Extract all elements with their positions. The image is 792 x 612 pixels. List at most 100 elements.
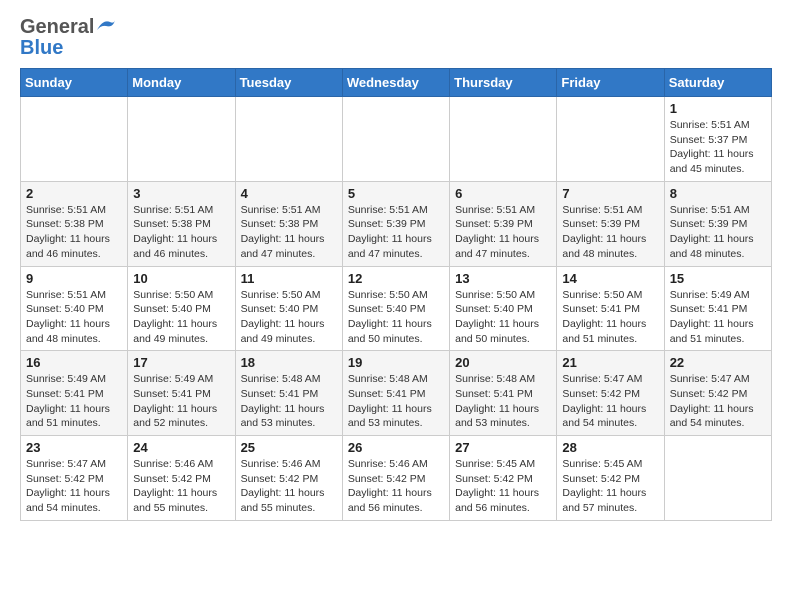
day-info: Sunrise: 5:50 AM Sunset: 5:40 PM Dayligh… (348, 288, 444, 347)
calendar-cell (450, 97, 557, 182)
day-info: Sunrise: 5:51 AM Sunset: 5:39 PM Dayligh… (562, 203, 658, 262)
calendar-cell: 8 Sunrise: 5:51 AM Sunset: 5:39 PM Daylig… (664, 181, 771, 266)
day-number: 16 (26, 355, 122, 370)
day-number: 3 (133, 186, 229, 201)
day-info: Sunrise: 5:50 AM Sunset: 5:41 PM Dayligh… (562, 288, 658, 347)
day-info: Sunrise: 5:50 AM Sunset: 5:40 PM Dayligh… (241, 288, 337, 347)
weekday-header-monday: Monday (128, 69, 235, 97)
calendar-cell: 23Sunrise: 5:47 AM Sunset: 5:42 PM Dayli… (21, 436, 128, 521)
calendar-week-4: 16 Sunrise: 5:49 AM Sunset: 5:41 PM Dayli… (21, 351, 772, 436)
calendar-cell: 16 Sunrise: 5:49 AM Sunset: 5:41 PM Dayli… (21, 351, 128, 436)
day-info: Sunrise: 5:51 AM Sunset: 5:38 PM Dayligh… (133, 203, 229, 262)
calendar-cell: 2 Sunrise: 5:51 AM Sunset: 5:38 PM Daylig… (21, 181, 128, 266)
calendar-cell: 22 Sunrise: 5:47 AM Sunset: 5:42 PM Dayli… (664, 351, 771, 436)
day-number: 26 (348, 440, 444, 455)
calendar-cell: 28Sunrise: 5:45 AM Sunset: 5:42 PM Dayli… (557, 436, 664, 521)
calendar-cell: 12 Sunrise: 5:50 AM Sunset: 5:40 PM Dayli… (342, 266, 449, 351)
calendar-cell (128, 97, 235, 182)
day-info: Sunrise: 5:50 AM Sunset: 5:40 PM Dayligh… (455, 288, 551, 347)
day-number: 27 (455, 440, 551, 455)
day-info: Sunrise: 5:51 AM Sunset: 5:39 PM Dayligh… (348, 203, 444, 262)
day-number: 2 (26, 186, 122, 201)
calendar-cell (235, 97, 342, 182)
day-number: 4 (241, 186, 337, 201)
day-number: 10 (133, 271, 229, 286)
day-info: Sunrise: 5:51 AM Sunset: 5:37 PM Dayligh… (670, 118, 766, 177)
day-number: 15 (670, 271, 766, 286)
calendar-cell: 27 Sunrise: 5:45 AM Sunset: 5:42 PM Dayli… (450, 436, 557, 521)
calendar-cell: 3 Sunrise: 5:51 AM Sunset: 5:38 PM Daylig… (128, 181, 235, 266)
day-number: 8 (670, 186, 766, 201)
day-info: Sunrise: 5:46 AM Sunset: 5:42 PM Dayligh… (133, 457, 229, 516)
day-info: Sunrise: 5:50 AM Sunset: 5:40 PM Dayligh… (133, 288, 229, 347)
day-info: Sunrise: 5:51 AM Sunset: 5:38 PM Dayligh… (241, 203, 337, 262)
day-info: Sunrise: 5:51 AM Sunset: 5:38 PM Dayligh… (26, 203, 122, 262)
header: General Blue (20, 16, 772, 60)
day-number: 24 (133, 440, 229, 455)
calendar-cell: 10 Sunrise: 5:50 AM Sunset: 5:40 PM Dayli… (128, 266, 235, 351)
day-info: Sunrise: 5:47 AM Sunset: 5:42 PM Dayligh… (26, 457, 122, 516)
calendar-cell: 6Sunrise: 5:51 AM Sunset: 5:39 PM Daylig… (450, 181, 557, 266)
calendar-cell: 11 Sunrise: 5:50 AM Sunset: 5:40 PM Dayli… (235, 266, 342, 351)
day-number: 20 (455, 355, 551, 370)
calendar-cell: 24 Sunrise: 5:46 AM Sunset: 5:42 PM Dayli… (128, 436, 235, 521)
calendar-cell: 17 Sunrise: 5:49 AM Sunset: 5:41 PM Dayli… (128, 351, 235, 436)
day-number: 13 (455, 271, 551, 286)
day-info: Sunrise: 5:46 AM Sunset: 5:42 PM Dayligh… (348, 457, 444, 516)
calendar-cell (342, 97, 449, 182)
calendar-week-5: 23Sunrise: 5:47 AM Sunset: 5:42 PM Dayli… (21, 436, 772, 521)
calendar-table: SundayMondayTuesdayWednesdayThursdayFrid… (20, 68, 772, 521)
calendar-cell: 5 Sunrise: 5:51 AM Sunset: 5:39 PM Daylig… (342, 181, 449, 266)
day-number: 21 (562, 355, 658, 370)
logo-bird-icon (96, 18, 116, 34)
day-info: Sunrise: 5:48 AM Sunset: 5:41 PM Dayligh… (348, 372, 444, 431)
day-info: Sunrise: 5:45 AM Sunset: 5:42 PM Dayligh… (562, 457, 658, 516)
calendar-cell: 13 Sunrise: 5:50 AM Sunset: 5:40 PM Dayli… (450, 266, 557, 351)
calendar-cell: 15 Sunrise: 5:49 AM Sunset: 5:41 PM Dayli… (664, 266, 771, 351)
day-number: 19 (348, 355, 444, 370)
day-info: Sunrise: 5:49 AM Sunset: 5:41 PM Dayligh… (26, 372, 122, 431)
day-info: Sunrise: 5:45 AM Sunset: 5:42 PM Dayligh… (455, 457, 551, 516)
logo-blue-text: Blue (20, 37, 63, 59)
page: General Blue SundayMondayTuesdayWednesda… (0, 0, 792, 537)
calendar-week-1: 1Sunrise: 5:51 AM Sunset: 5:37 PM Daylig… (21, 97, 772, 182)
day-info: Sunrise: 5:49 AM Sunset: 5:41 PM Dayligh… (133, 372, 229, 431)
logo-container: General (20, 16, 116, 39)
weekday-header-saturday: Saturday (664, 69, 771, 97)
day-number: 9 (26, 271, 122, 286)
logo-general-text: General (20, 16, 94, 39)
day-info: Sunrise: 5:49 AM Sunset: 5:41 PM Dayligh… (670, 288, 766, 347)
calendar-cell: 21 Sunrise: 5:47 AM Sunset: 5:42 PM Dayli… (557, 351, 664, 436)
logo: General Blue (20, 16, 116, 60)
calendar-week-2: 2 Sunrise: 5:51 AM Sunset: 5:38 PM Daylig… (21, 181, 772, 266)
calendar-week-3: 9Sunrise: 5:51 AM Sunset: 5:40 PM Daylig… (21, 266, 772, 351)
day-number: 5 (348, 186, 444, 201)
calendar-cell: 14 Sunrise: 5:50 AM Sunset: 5:41 PM Dayli… (557, 266, 664, 351)
calendar-cell (21, 97, 128, 182)
day-info: Sunrise: 5:51 AM Sunset: 5:39 PM Dayligh… (670, 203, 766, 262)
day-number: 14 (562, 271, 658, 286)
day-number: 17 (133, 355, 229, 370)
weekday-header-friday: Friday (557, 69, 664, 97)
calendar-cell: 25 Sunrise: 5:46 AM Sunset: 5:42 PM Dayli… (235, 436, 342, 521)
calendar-cell: 19 Sunrise: 5:48 AM Sunset: 5:41 PM Dayli… (342, 351, 449, 436)
day-info: Sunrise: 5:47 AM Sunset: 5:42 PM Dayligh… (670, 372, 766, 431)
day-number: 18 (241, 355, 337, 370)
weekday-header-wednesday: Wednesday (342, 69, 449, 97)
calendar-cell: 1Sunrise: 5:51 AM Sunset: 5:37 PM Daylig… (664, 97, 771, 182)
day-number: 25 (241, 440, 337, 455)
weekday-header-tuesday: Tuesday (235, 69, 342, 97)
calendar-cell: 9Sunrise: 5:51 AM Sunset: 5:40 PM Daylig… (21, 266, 128, 351)
day-number: 12 (348, 271, 444, 286)
day-info: Sunrise: 5:48 AM Sunset: 5:41 PM Dayligh… (241, 372, 337, 431)
day-info: Sunrise: 5:51 AM Sunset: 5:39 PM Dayligh… (455, 203, 551, 262)
calendar-cell: 18 Sunrise: 5:48 AM Sunset: 5:41 PM Dayli… (235, 351, 342, 436)
day-info: Sunrise: 5:47 AM Sunset: 5:42 PM Dayligh… (562, 372, 658, 431)
calendar-cell: 7Sunrise: 5:51 AM Sunset: 5:39 PM Daylig… (557, 181, 664, 266)
calendar-cell: 4 Sunrise: 5:51 AM Sunset: 5:38 PM Daylig… (235, 181, 342, 266)
day-info: Sunrise: 5:48 AM Sunset: 5:41 PM Dayligh… (455, 372, 551, 431)
day-info: Sunrise: 5:46 AM Sunset: 5:42 PM Dayligh… (241, 457, 337, 516)
day-number: 22 (670, 355, 766, 370)
day-number: 11 (241, 271, 337, 286)
weekday-header-row: SundayMondayTuesdayWednesdayThursdayFrid… (21, 69, 772, 97)
